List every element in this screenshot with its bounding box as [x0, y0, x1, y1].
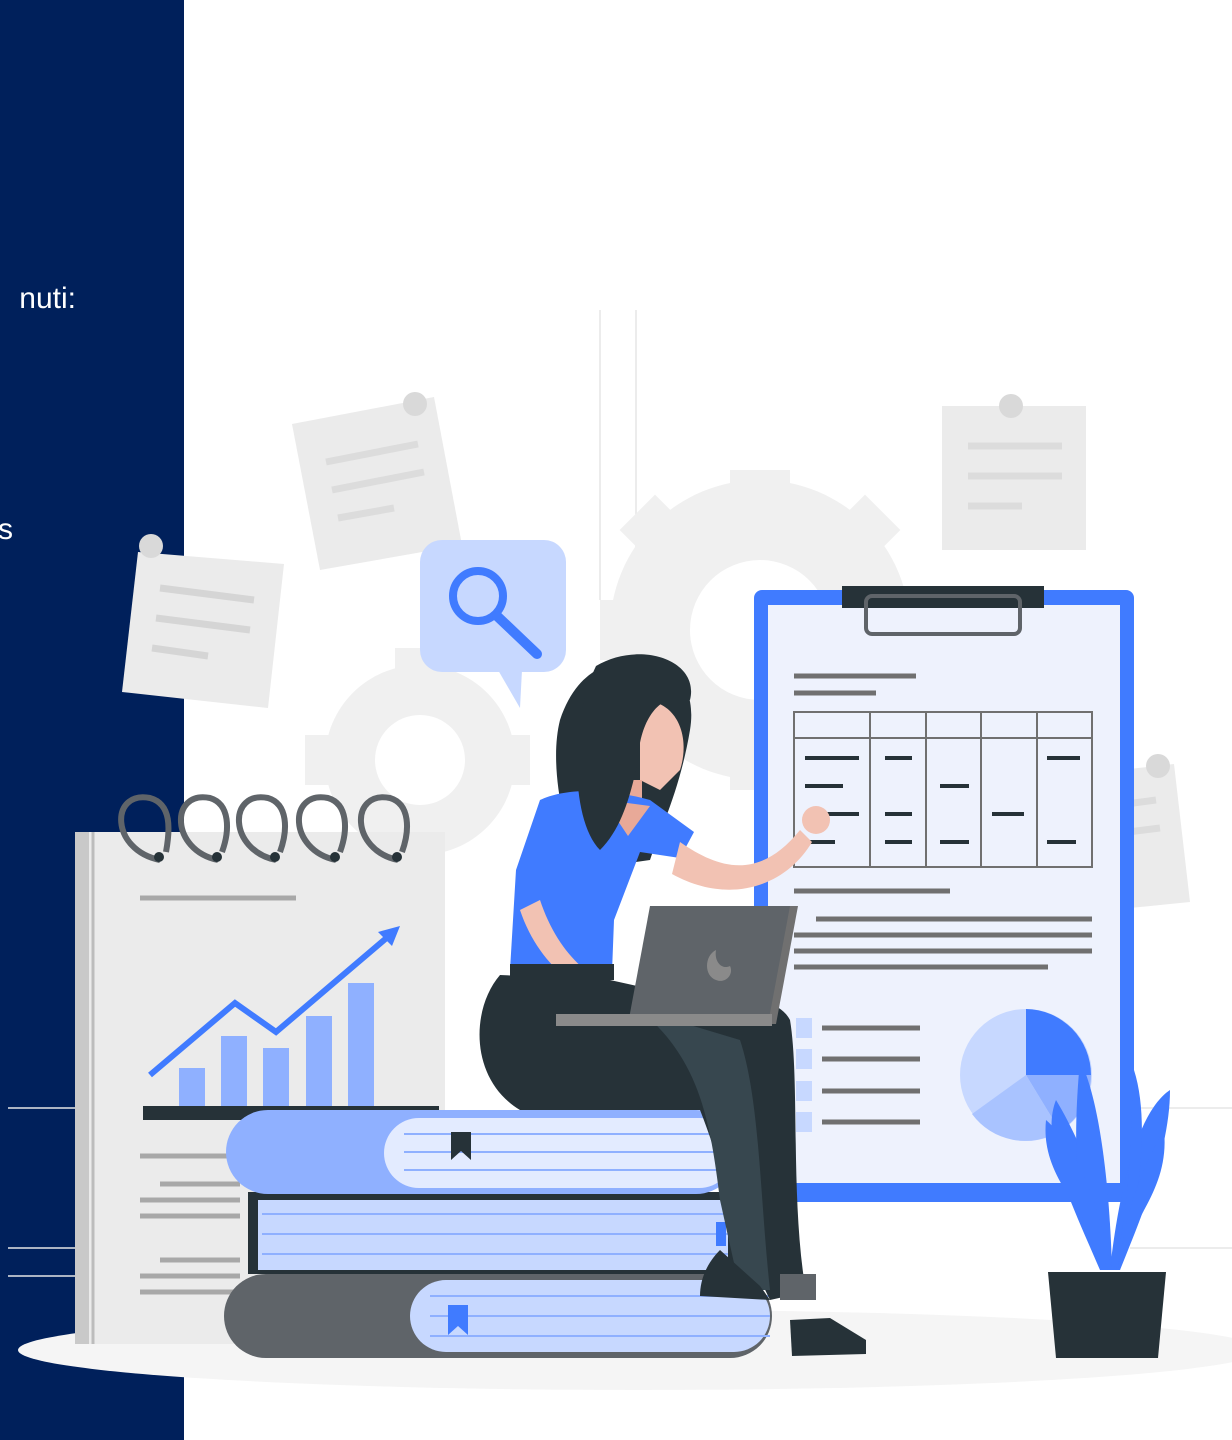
sticky-note-3: [122, 534, 284, 708]
book-stack: [224, 1110, 772, 1358]
pie-chart-icon: [960, 1009, 1092, 1141]
illustration: [8, 310, 1232, 1390]
sticky-note-2: [942, 394, 1086, 550]
